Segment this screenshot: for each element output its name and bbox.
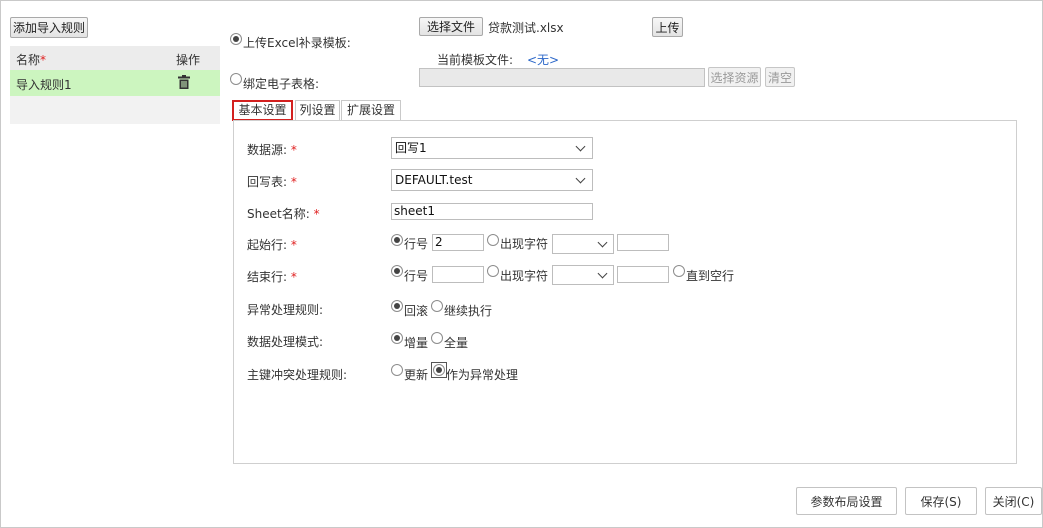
upload-excel-label: 上传Excel补录模板: [243,36,351,50]
header-name-text: 名称 [16,53,41,67]
clear-button[interactable]: 清空 [765,67,795,87]
rules-table: 名称* 操作 导入规则1 [10,46,220,124]
end-row-line-radio[interactable] [391,265,403,277]
process-mode-label: 数据处理模式: [247,335,324,349]
required-mark: * [290,175,297,189]
datasource-label-text: 数据源: [247,143,288,157]
save-button[interactable]: 保存(S) [905,487,977,515]
selected-file-name: 贷款测试.xlsx [488,21,564,35]
close-button[interactable]: 关闭(C) [985,487,1042,515]
pk-conflict-label: 主键冲突处理规则: [247,368,348,382]
tab-basic-settings[interactable]: 基本设置 [232,100,293,121]
rule-name: 导入规则1 [16,78,72,92]
start-row-line-label: 行号 [404,237,429,251]
header-action: 操作 [176,53,201,67]
start-row-line-input[interactable]: 2 [432,234,484,251]
choose-file-button[interactable]: 选择文件 [419,17,483,36]
chevron-down-icon [575,173,586,184]
header-name: 名称* [16,51,46,68]
error-rule-label: 异常处理规则: [247,303,324,317]
upload-button[interactable]: 上传 [652,17,683,37]
required-mark: * [290,143,297,157]
writeback-table-select-value: DEFAULT.test [395,173,473,187]
tab-extension-settings[interactable]: 扩展设置 [341,100,401,121]
sheet-name-label: Sheet名称: * [247,205,320,222]
pk-conflict-error-radio[interactable] [433,364,445,376]
datasource-label: 数据源: * [247,141,297,158]
chevron-down-icon [597,268,608,279]
param-layout-settings-button[interactable]: 参数布局设置 [796,487,897,515]
rule-row[interactable]: 导入规则1 [10,70,220,96]
current-template-value: <无> [527,53,560,67]
pk-conflict-update-radio[interactable] [391,364,403,376]
bind-spreadsheet-radio[interactable] [230,73,242,85]
basic-settings-panel [233,120,1017,464]
end-row-label: 结束行: * [247,268,297,285]
start-row-char-input[interactable] [617,234,669,251]
datasource-select[interactable]: 回写1 [391,137,593,159]
writeback-table-label-text: 回写表: [247,175,288,189]
trash-icon[interactable] [178,75,190,89]
start-row-label-text: 起始行: [247,238,288,252]
end-row-label-text: 结束行: [247,270,288,284]
end-row-blank-radio[interactable] [673,265,685,277]
start-row-char-select[interactable] [552,234,614,254]
process-mode-full-label: 全量 [444,336,469,350]
sheet-name-label-text: Sheet名称: [247,207,310,221]
end-row-char-input[interactable] [617,266,669,283]
process-mode-full-radio[interactable] [431,332,443,344]
chevron-down-icon [575,141,586,152]
error-rule-rollback-label: 回滚 [404,304,429,318]
error-rule-continue-label: 继续执行 [444,304,493,318]
start-row-line-radio[interactable] [391,234,403,246]
writeback-table-select[interactable]: DEFAULT.test [391,169,593,191]
process-mode-increment-label: 增量 [404,336,429,350]
upload-excel-radio[interactable] [230,33,242,45]
pk-conflict-update-label: 更新 [404,368,429,382]
required-mark: * [40,53,47,67]
error-rule-rollback-radio[interactable] [391,300,403,312]
required-mark: * [290,270,297,284]
start-row-label: 起始行: * [247,236,297,253]
end-row-char-select[interactable] [552,265,614,285]
pk-conflict-error-label: 作为异常处理 [446,368,519,382]
rules-table-header: 名称* 操作 [10,46,220,70]
end-row-blank-label: 直到空行 [686,269,735,283]
process-mode-increment-radio[interactable] [391,332,403,344]
bind-spreadsheet-label: 绑定电子表格: [243,77,320,91]
choose-resource-button[interactable]: 选择资源 [708,67,761,87]
error-rule-continue-radio[interactable] [431,300,443,312]
datasource-select-value: 回写1 [395,141,427,155]
start-row-char-radio[interactable] [487,234,499,246]
current-template-label: 当前模板文件: [437,53,514,67]
sheet-name-input[interactable]: sheet1 [391,203,593,220]
required-mark: * [290,238,297,252]
bound-spreadsheet-field [419,68,705,87]
end-row-line-label: 行号 [404,269,429,283]
end-row-line-input[interactable] [432,266,484,283]
chevron-down-icon [597,237,608,248]
writeback-table-label: 回写表: * [247,173,297,190]
start-row-char-label: 出现字符 [500,237,549,251]
add-import-rule-button[interactable]: 添加导入规则 [10,17,88,38]
required-mark: * [313,207,320,221]
end-row-char-label: 出现字符 [500,269,549,283]
tab-column-settings[interactable]: 列设置 [295,100,340,121]
end-row-char-radio[interactable] [487,265,499,277]
